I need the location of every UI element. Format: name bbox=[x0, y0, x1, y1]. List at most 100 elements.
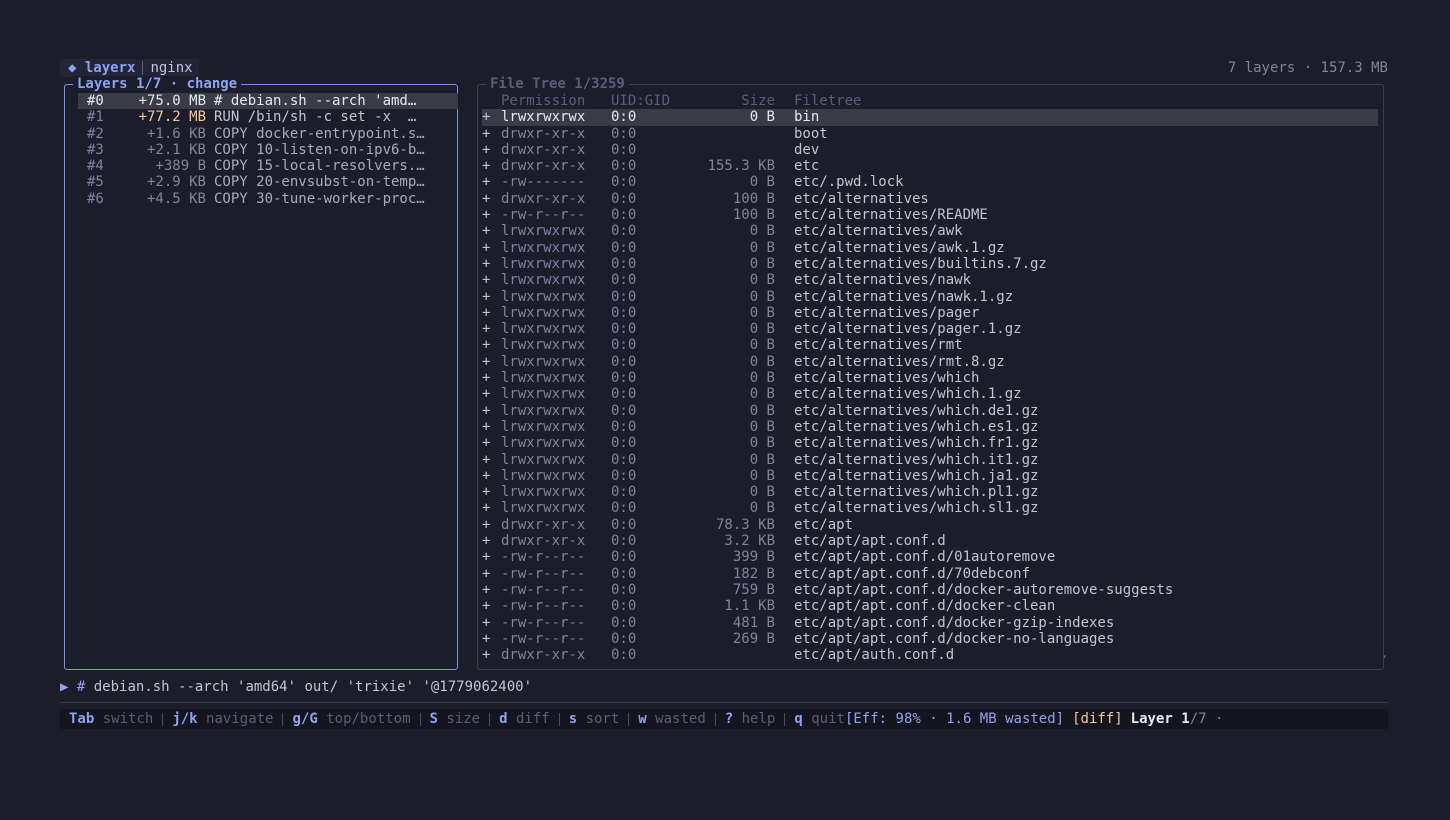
shortcut-description: navigate bbox=[206, 711, 274, 727]
file-path: etc/alternatives/rmt bbox=[794, 337, 963, 354]
layers-panel[interactable]: Layers 1/7 · change ▸#0+75.0 MB# debian.… bbox=[64, 76, 458, 670]
layer-row[interactable]: #4 +389 B COPY 15-local-resolvers.… bbox=[78, 158, 458, 174]
file-permission: drwxr-xr-x bbox=[501, 516, 586, 533]
file-tree-row[interactable]: + drwxr-xr-x 0:0 155.3 KB etc bbox=[482, 158, 1378, 174]
file-path: etc/apt/apt.conf.d/docker-clean bbox=[794, 598, 1056, 615]
file-tree-row[interactable]: + lrwxrwxrwx 0:0 0 B etc/alternatives/which bbox=[482, 370, 1378, 386]
file-size: 481 B bbox=[732, 614, 775, 631]
file-permission: -rw------- bbox=[501, 174, 586, 191]
file-tree-row[interactable]: + lrwxrwxrwx 0:0 0 B etc/alternatives/pager bbox=[482, 305, 1378, 321]
file-tree-row[interactable]: + -rw-r--r-- 0:0 759 B etc/apt/apt.conf.d/do… bbox=[482, 582, 1378, 598]
file-permission: lrwxrwxrwx bbox=[501, 272, 586, 289]
column-filetree[interactable]: Filetree bbox=[794, 93, 861, 109]
shortcut-hint: q quit bbox=[785, 709, 845, 729]
file-path: bin bbox=[794, 109, 820, 126]
file-tree-list[interactable]: Permission UID:GID Size Filetree + lrwxrwxrw… bbox=[482, 93, 1378, 663]
shortcut-hint: s sort bbox=[560, 709, 620, 729]
file-tree-row[interactable]: + lrwxrwxrwx 0:0 0 B etc/alternatives/which.… bbox=[482, 468, 1378, 484]
shortcut-hint: S size bbox=[421, 709, 481, 729]
layer-row[interactable]: #6 +4.5 KB COPY 30-tune-worker-proc… bbox=[78, 191, 458, 207]
file-size: 0 B bbox=[749, 109, 775, 126]
column-permission[interactable]: Permission bbox=[501, 93, 611, 109]
file-tree-row[interactable]: + lrwxrwxrwx 0:0 0 B etc/alternatives/which.… bbox=[482, 435, 1378, 451]
file-permission: lrwxrwxrwx bbox=[501, 321, 586, 338]
file-permission: lrwxrwxrwx bbox=[501, 435, 586, 452]
file-tree-row[interactable]: + lrwxrwxrwx 0:0 0 B etc/alternatives/rmt.8.… bbox=[482, 354, 1378, 370]
file-tree-row[interactable]: + lrwxrwxrwx 0:0 0 B bin bbox=[482, 109, 1378, 126]
command-prefix: ▶ # bbox=[60, 679, 86, 695]
file-size: 0 B bbox=[749, 467, 775, 484]
file-tree-row[interactable]: + -rw-r--r-- 0:0 100 B etc/alternatives/READ… bbox=[482, 207, 1378, 223]
file-tree-row[interactable]: + drwxr-xr-x 0:0 dev bbox=[482, 142, 1378, 158]
file-tree-row[interactable]: + lrwxrwxrwx 0:0 0 B etc/alternatives/which.… bbox=[482, 452, 1378, 468]
file-uid-gid: 0:0 bbox=[611, 647, 637, 664]
added-marker: + bbox=[482, 370, 491, 387]
layer-row[interactable]: ▸#0+75.0 MB# debian.sh --arch 'amd… bbox=[78, 93, 458, 110]
layer-row[interactable]: #2 +1.6 KB COPY docker-entrypoint.s… bbox=[78, 126, 458, 142]
file-tree-row[interactable]: + -rw-r--r-- 0:0 1.1 KB etc/apt/apt.conf.d/d… bbox=[482, 598, 1378, 614]
file-permission: -rw-r--r-- bbox=[501, 614, 586, 631]
file-tree-row[interactable]: + lrwxrwxrwx 0:0 0 B etc/alternatives/rmt bbox=[482, 337, 1378, 353]
added-marker: + bbox=[482, 125, 491, 142]
file-permission: lrwxrwxrwx bbox=[501, 255, 586, 272]
file-path: boot bbox=[794, 125, 828, 142]
file-tree-row[interactable]: + lrwxrwxrwx 0:0 0 B etc/alternatives/which.… bbox=[482, 419, 1378, 435]
file-permission: -rw-r--r-- bbox=[501, 598, 586, 615]
column-size[interactable]: Size bbox=[695, 93, 775, 109]
file-permission: lrwxrwxrwx bbox=[501, 467, 586, 484]
layer-row[interactable]: #1 +77.2 MB RUN /bin/sh -c set -x … bbox=[78, 109, 458, 125]
file-tree-row[interactable]: + lrwxrwxrwx 0:0 0 B etc/alternatives/awk bbox=[482, 223, 1378, 239]
file-tree-row[interactable]: + lrwxrwxrwx 0:0 0 B etc/alternatives/awk.1.… bbox=[482, 240, 1378, 256]
efficiency-indicator: [Eff: 98% · 1.6 MB wasted] bbox=[844, 711, 1065, 727]
added-marker: + bbox=[482, 109, 491, 126]
added-marker: + bbox=[482, 141, 491, 158]
layers-list[interactable]: ▸#0+75.0 MB# debian.sh --arch 'amd…#1+77… bbox=[78, 93, 458, 207]
file-uid-gid: 0:0 bbox=[611, 337, 637, 354]
shortcut-description: sort bbox=[585, 711, 620, 727]
file-tree-row[interactable]: + lrwxrwxrwx 0:0 0 B etc/alternatives/which.… bbox=[482, 484, 1378, 500]
layer-command: COPY 15-local-resolvers.… bbox=[214, 158, 425, 175]
file-tree-row[interactable]: + lrwxrwxrwx 0:0 0 B etc/alternatives/builti… bbox=[482, 256, 1378, 272]
file-tree-row[interactable]: + -rw-r--r-- 0:0 269 B etc/apt/apt.conf.d/do… bbox=[482, 631, 1378, 647]
layer-id: #3 bbox=[87, 141, 104, 158]
file-tree-row[interactable]: + -rw-r--r-- 0:0 481 B etc/apt/apt.conf.d/do… bbox=[482, 615, 1378, 631]
file-path: etc/alternatives/which.de1.gz bbox=[794, 402, 1039, 419]
file-tree-row[interactable]: + lrwxrwxrwx 0:0 0 B etc/alternatives/nawk.1… bbox=[482, 289, 1378, 305]
file-tree-row[interactable]: + lrwxrwxrwx 0:0 0 B etc/alternatives/which.… bbox=[482, 386, 1378, 402]
added-marker: + bbox=[482, 190, 491, 207]
layer-command: # debian.sh --arch 'amd… bbox=[214, 93, 417, 109]
file-tree-row[interactable]: + drwxr-xr-x 0:0 78.3 KB etc/apt bbox=[482, 517, 1378, 533]
file-uid-gid: 0:0 bbox=[611, 223, 637, 240]
shortcut-description: help bbox=[741, 711, 776, 727]
scroll-down-icon[interactable]: ▾ bbox=[1382, 652, 1387, 661]
file-tree-row[interactable]: + -rw------- 0:0 0 B etc/.pwd.lock bbox=[482, 174, 1378, 190]
file-tree-row[interactable]: + drwxr-xr-x 0:0 3.2 KB etc/apt/apt.conf.d bbox=[482, 533, 1378, 549]
file-tree-row[interactable]: + -rw-r--r-- 0:0 182 B etc/apt/apt.conf.d/70… bbox=[482, 566, 1378, 582]
file-tree-row[interactable]: + drwxr-xr-x 0:0 100 B etc/alternatives bbox=[482, 191, 1378, 207]
added-marker: + bbox=[482, 565, 491, 582]
file-tree-row[interactable]: + lrwxrwxrwx 0:0 0 B etc/alternatives/which.… bbox=[482, 403, 1378, 419]
command-text: debian.sh --arch 'amd64' out/ 'trixie' '… bbox=[85, 679, 533, 695]
file-uid-gid: 0:0 bbox=[611, 516, 637, 533]
file-tree-row[interactable]: + drwxr-xr-x 0:0 boot bbox=[482, 126, 1378, 142]
file-tree-row[interactable]: + -rw-r--r-- 0:0 399 B etc/apt/apt.conf.d/01… bbox=[482, 549, 1378, 565]
file-tree-row[interactable]: + lrwxrwxrwx 0:0 0 B etc/alternatives/pager.… bbox=[482, 321, 1378, 337]
added-marker: + bbox=[482, 402, 491, 419]
file-path: etc/alternatives/which.sl1.gz bbox=[794, 500, 1039, 517]
file-path: etc/alternatives/which.es1.gz bbox=[794, 418, 1039, 435]
file-size: 0 B bbox=[749, 370, 775, 387]
layer-row[interactable]: #5 +2.9 KB COPY 20-envsubst-on-temp… bbox=[78, 174, 458, 190]
file-permission: lrwxrwxrwx bbox=[501, 239, 586, 256]
file-path: etc/apt/apt.conf.d/docker-gzip-indexes bbox=[794, 614, 1115, 631]
layer-command: COPY docker-entrypoint.s… bbox=[214, 125, 425, 142]
file-tree-row[interactable]: + lrwxrwxrwx 0:0 0 B etc/alternatives/which.… bbox=[482, 500, 1378, 516]
column-uid-gid[interactable]: UID:GID bbox=[611, 93, 695, 109]
file-uid-gid: 0:0 bbox=[611, 125, 637, 142]
layer-row[interactable]: #3 +2.1 KB COPY 10-listen-on-ipv6-b… bbox=[78, 142, 458, 158]
file-permission: -rw-r--r-- bbox=[501, 565, 586, 582]
file-tree-row[interactable]: + lrwxrwxrwx 0:0 0 B etc/alternatives/nawk bbox=[482, 272, 1378, 288]
file-path: etc/alternatives/awk bbox=[794, 223, 963, 240]
file-tree-row[interactable]: + drwxr-xr-x 0:0 etc/apt/auth.conf.d bbox=[482, 647, 1378, 663]
file-tree-panel[interactable]: File Tree 1/3259 Permission UID:GID Size Fi… bbox=[477, 76, 1387, 670]
file-uid-gid: 0:0 bbox=[611, 239, 637, 256]
